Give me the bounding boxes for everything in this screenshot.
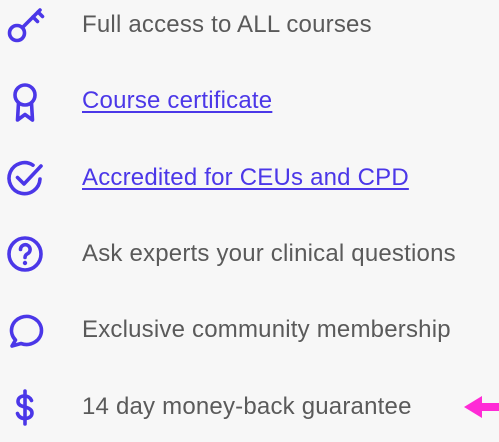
feature-item-accredited: Accredited for CEUs and CPD [0, 153, 499, 213]
check-circle-icon [0, 153, 50, 203]
feature-item-ask-experts: Ask experts your clinical questions [0, 229, 499, 289]
feature-list: Full access to ALL courses Course certif… [0, 0, 499, 429]
award-ribbon-icon [0, 76, 50, 126]
chat-bubble-icon [0, 305, 50, 355]
key-icon [0, 0, 50, 50]
feature-label: Ask experts your clinical questions [82, 240, 456, 267]
feature-item-certificate: Course certificate [0, 76, 499, 136]
feature-item-community: Exclusive community membership [0, 305, 499, 365]
feature-item-full-access: Full access to ALL courses [0, 0, 499, 60]
feature-label: Full access to ALL courses [82, 11, 372, 38]
feature-label: Exclusive community membership [82, 316, 451, 343]
feature-label: 14 day money-back guarantee [82, 393, 412, 420]
accredited-link[interactable]: Accredited for CEUs and CPD [82, 153, 409, 203]
feature-item-guarantee: 14 day money-back guarantee [0, 382, 499, 442]
arrow-pointer-icon [462, 392, 499, 422]
dollar-sign-icon [0, 382, 50, 432]
question-circle-icon [0, 229, 50, 279]
certificate-link[interactable]: Course certificate [82, 76, 272, 126]
